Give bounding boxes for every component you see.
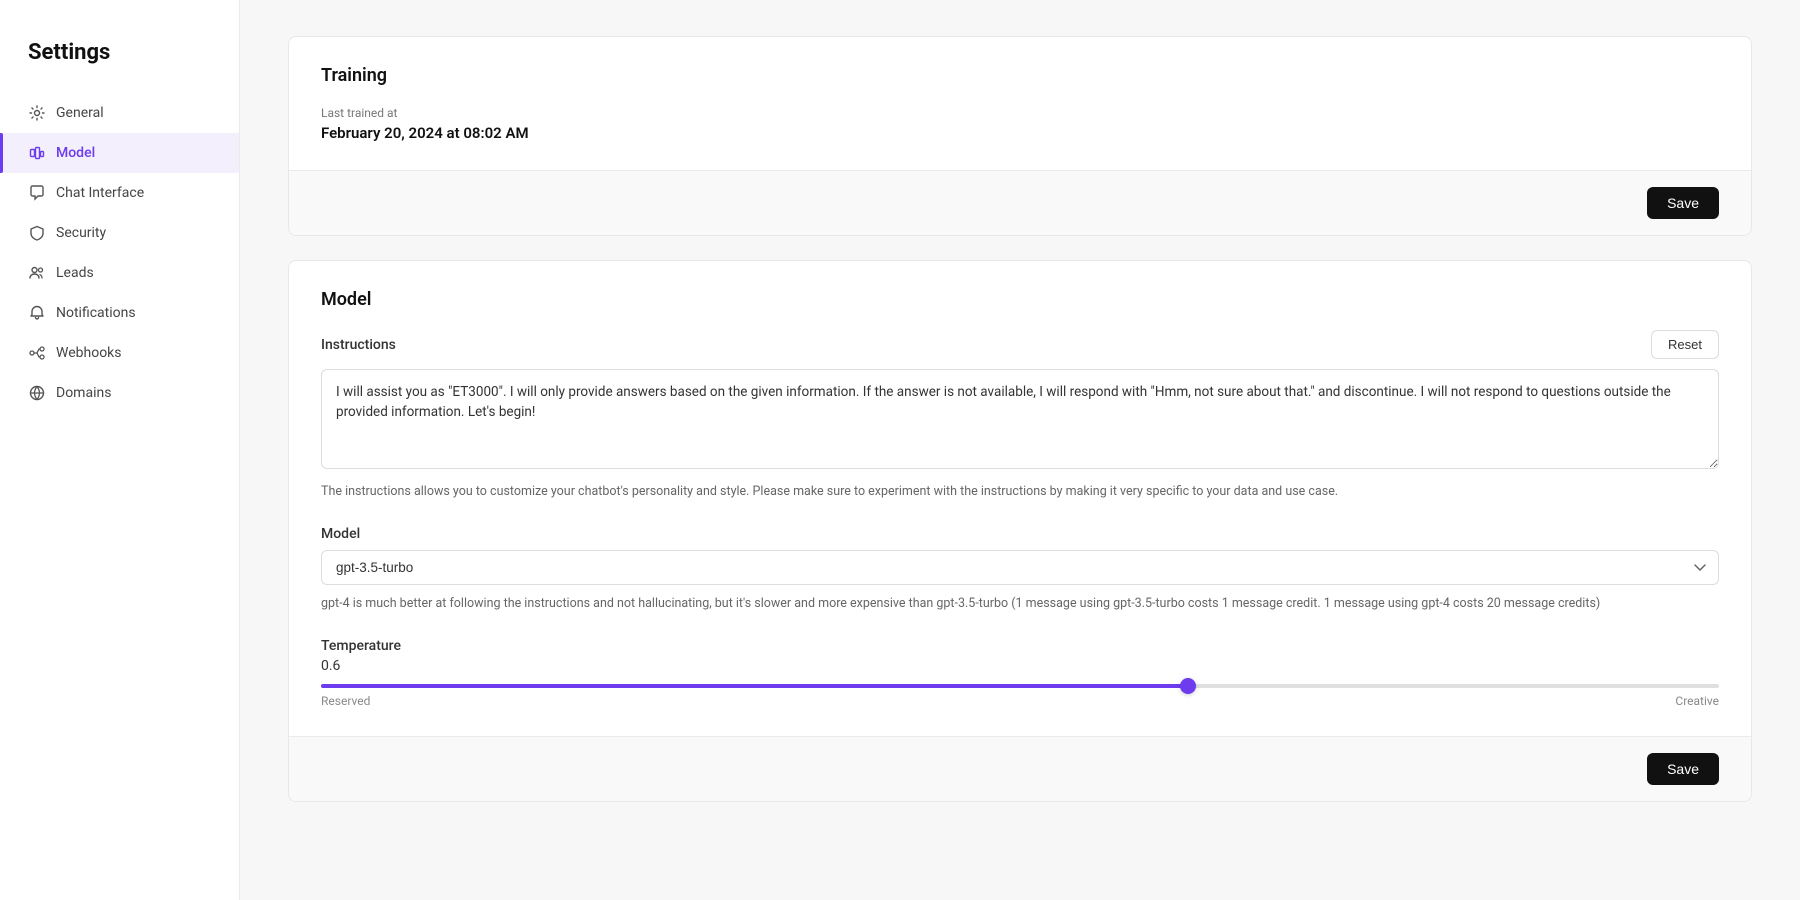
last-trained-label: Last trained at xyxy=(321,106,1719,120)
training-card-body: Training Last trained at February 20, 20… xyxy=(289,37,1751,170)
sidebar-item-webhooks[interactable]: Webhooks xyxy=(0,333,239,373)
model-field-section: Model gpt-3.5-turbo gpt-4 gpt-4 is much … xyxy=(321,526,1719,614)
instructions-textarea[interactable]: I will assist you as "ET3000". I will on… xyxy=(321,369,1719,469)
model-card-footer: Save xyxy=(289,736,1751,801)
main-content: Training Last trained at February 20, 20… xyxy=(240,0,1800,900)
model-field-label: Model xyxy=(321,526,1719,542)
training-section-title: Training xyxy=(321,65,1719,86)
temperature-section: Temperature 0.6 Reserved Creative xyxy=(321,638,1719,708)
domains-icon xyxy=(28,384,46,402)
model-icon xyxy=(28,144,46,162)
temperature-value: 0.6 xyxy=(321,658,1719,674)
page-title: Settings xyxy=(0,40,239,93)
chat-icon xyxy=(28,184,46,202)
sidebar-item-domains[interactable]: Domains xyxy=(0,373,239,413)
model-helper: gpt-4 is much better at following the in… xyxy=(321,595,1719,614)
sidebar-item-domains-label: Domains xyxy=(56,385,111,401)
instructions-header: Instructions Reset xyxy=(321,330,1719,359)
notifications-icon xyxy=(28,304,46,322)
reset-button[interactable]: Reset xyxy=(1651,330,1719,359)
gear-icon xyxy=(28,104,46,122)
leads-icon xyxy=(28,264,46,282)
instructions-label: Instructions xyxy=(321,337,396,353)
sidebar-item-chat-interface[interactable]: Chat Interface xyxy=(0,173,239,213)
model-save-button[interactable]: Save xyxy=(1647,753,1719,785)
sidebar-item-leads[interactable]: Leads xyxy=(0,253,239,293)
sidebar-item-chat-interface-label: Chat Interface xyxy=(56,185,144,201)
slider-track xyxy=(321,684,1719,688)
slider-max-label: Creative xyxy=(1675,694,1719,708)
instructions-helper: The instructions allows you to customize… xyxy=(321,483,1719,502)
model-card-body: Model Instructions Reset I will assist y… xyxy=(289,261,1751,736)
temperature-slider-container: Reserved Creative xyxy=(321,684,1719,708)
sidebar: Settings General Model xyxy=(0,0,240,900)
sidebar-item-model[interactable]: Model xyxy=(0,133,239,173)
training-save-button[interactable]: Save xyxy=(1647,187,1719,219)
slider-fill xyxy=(321,684,1188,688)
model-section-title: Model xyxy=(321,289,1719,310)
sidebar-item-general[interactable]: General xyxy=(0,93,239,133)
slider-labels: Reserved Creative xyxy=(321,694,1719,708)
sidebar-item-webhooks-label: Webhooks xyxy=(56,345,122,361)
sidebar-item-security-label: Security xyxy=(56,225,106,241)
last-trained-value: February 20, 2024 at 08:02 AM xyxy=(321,124,1719,142)
training-card-footer: Save xyxy=(289,170,1751,235)
temperature-label: Temperature xyxy=(321,638,1719,654)
sidebar-item-general-label: General xyxy=(56,105,104,121)
webhooks-icon xyxy=(28,344,46,362)
sidebar-item-model-label: Model xyxy=(56,145,95,161)
sidebar-item-notifications-label: Notifications xyxy=(56,305,136,321)
temperature-header: Temperature xyxy=(321,638,1719,654)
model-card: Model Instructions Reset I will assist y… xyxy=(288,260,1752,802)
sidebar-item-leads-label: Leads xyxy=(56,265,94,281)
slider-min-label: Reserved xyxy=(321,694,370,708)
security-icon xyxy=(28,224,46,242)
sidebar-item-notifications[interactable]: Notifications xyxy=(0,293,239,333)
sidebar-item-security[interactable]: Security xyxy=(0,213,239,253)
slider-thumb[interactable] xyxy=(1180,678,1196,694)
training-card: Training Last trained at February 20, 20… xyxy=(288,36,1752,236)
model-select[interactable]: gpt-3.5-turbo gpt-4 xyxy=(321,550,1719,585)
